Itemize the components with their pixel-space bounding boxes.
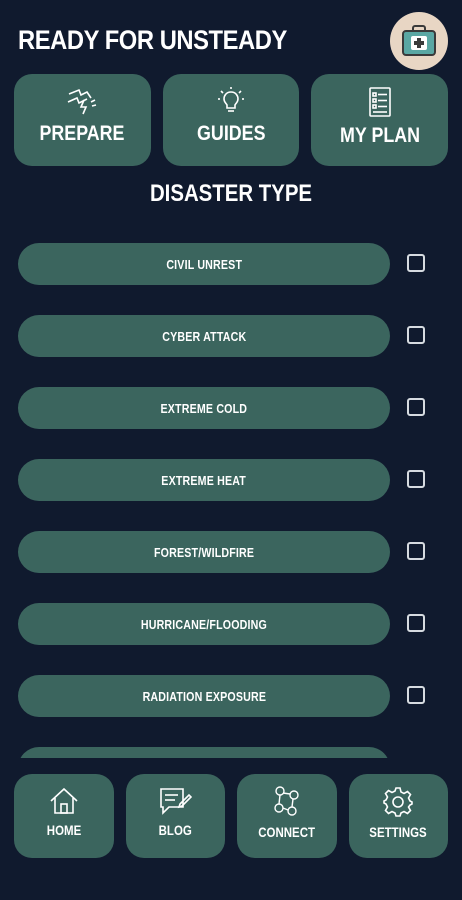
bottom-nav: HOME BLOG CONNECT SETTINGS xyxy=(14,774,448,858)
connect-icon xyxy=(270,786,304,818)
disaster-checkbox-forest-wildfire[interactable] xyxy=(407,542,425,560)
disaster-button-extreme-heat[interactable]: EXTREME HEAT xyxy=(18,459,390,501)
disaster-label: CIVIL UNREST xyxy=(166,256,242,272)
list-item: CYBER ATTACK xyxy=(18,315,448,359)
home-button[interactable]: HOME xyxy=(14,774,114,858)
first-aid-kit-button[interactable] xyxy=(390,12,448,70)
my-plan-label: MY PLAN xyxy=(339,124,420,147)
disaster-button-civil-unrest[interactable]: CIVIL UNREST xyxy=(18,243,390,285)
list-item: FOREST/WILDFIRE xyxy=(18,531,448,575)
disaster-button-extreme-cold[interactable]: EXTREME COLD xyxy=(18,387,390,429)
disaster-list[interactable]: CIVIL UNREST CYBER ATTACK EXTREME COLD E… xyxy=(0,240,462,758)
list-item: EXTREME HEAT xyxy=(18,459,448,503)
disaster-label: EXTREME HEAT xyxy=(161,472,247,488)
blog-label: BLOG xyxy=(158,822,192,838)
disaster-button-cyber-attack[interactable]: CYBER ATTACK xyxy=(18,315,390,357)
settings-button[interactable]: SETTINGS xyxy=(348,774,448,858)
disaster-checkbox-extreme-heat[interactable] xyxy=(407,470,425,488)
prepare-label: PREPARE xyxy=(39,122,125,145)
disaster-checkbox-cyber-attack[interactable] xyxy=(407,326,425,344)
list-item: CIVIL UNREST xyxy=(18,243,448,287)
home-icon xyxy=(48,786,80,816)
disaster-label: CYBER ATTACK xyxy=(161,328,247,344)
guides-button[interactable]: GUIDES xyxy=(162,74,300,166)
my-plan-button[interactable]: MY PLAN xyxy=(311,74,449,166)
blog-button[interactable]: BLOG xyxy=(125,774,225,858)
gear-icon xyxy=(382,786,414,818)
connect-label: CONNECT xyxy=(258,824,316,840)
lightbulb-icon xyxy=(216,86,246,116)
disaster-label: HURRICANE/FLOODING xyxy=(140,616,268,632)
header: READY FOR UNSTEADY xyxy=(18,12,462,72)
disaster-checkbox-civil-unrest[interactable] xyxy=(407,254,425,272)
disaster-checkbox-radiation-exposure[interactable] xyxy=(407,686,425,704)
list-item xyxy=(18,747,448,758)
section-title: DISASTER TYPE xyxy=(149,180,313,207)
disaster-button-hurricane-flooding[interactable]: HURRICANE/FLOODING xyxy=(18,603,390,645)
list-item: EXTREME COLD xyxy=(18,387,448,431)
first-aid-kit-icon xyxy=(399,21,439,61)
home-label: HOME xyxy=(46,822,81,838)
connect-button[interactable]: CONNECT xyxy=(237,774,337,858)
checklist-icon xyxy=(366,86,394,118)
list-item: HURRICANE/FLOODING xyxy=(18,603,448,647)
settings-label: SETTINGS xyxy=(369,824,427,840)
list-item: RADIATION EXPOSURE xyxy=(18,675,448,719)
disaster-checkbox-hurricane-flooding[interactable] xyxy=(407,614,425,632)
top-nav: PREPARE GUIDES MY PLAN xyxy=(14,74,449,166)
prepare-button[interactable]: PREPARE xyxy=(14,74,151,166)
disaster-button-radiation-exposure[interactable]: RADIATION EXPOSURE xyxy=(18,675,390,717)
disaster-label: FOREST/WILDFIRE xyxy=(153,544,255,560)
app-title: READY FOR UNSTEADY xyxy=(18,25,287,55)
blog-icon xyxy=(158,786,193,816)
disaster-button-partial[interactable] xyxy=(18,747,390,758)
storm-icon xyxy=(65,86,99,116)
disaster-label: EXTREME COLD xyxy=(160,400,248,416)
disaster-button-forest-wildfire[interactable]: FOREST/WILDFIRE xyxy=(18,531,390,573)
disaster-label: RADIATION EXPOSURE xyxy=(142,688,266,704)
disaster-checkbox-extreme-cold[interactable] xyxy=(407,398,425,416)
guides-label: GUIDES xyxy=(196,122,266,145)
